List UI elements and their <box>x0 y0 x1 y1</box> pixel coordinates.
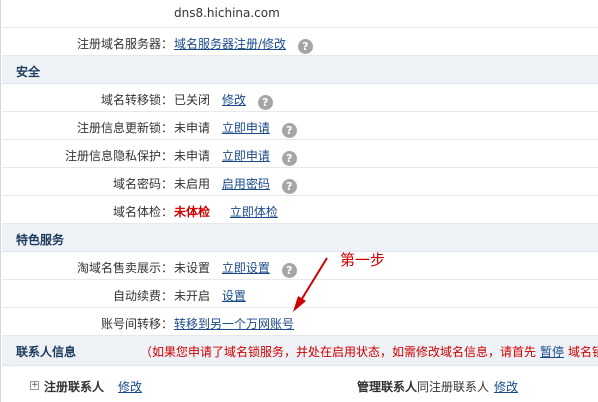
annotation-arrow <box>293 257 328 312</box>
